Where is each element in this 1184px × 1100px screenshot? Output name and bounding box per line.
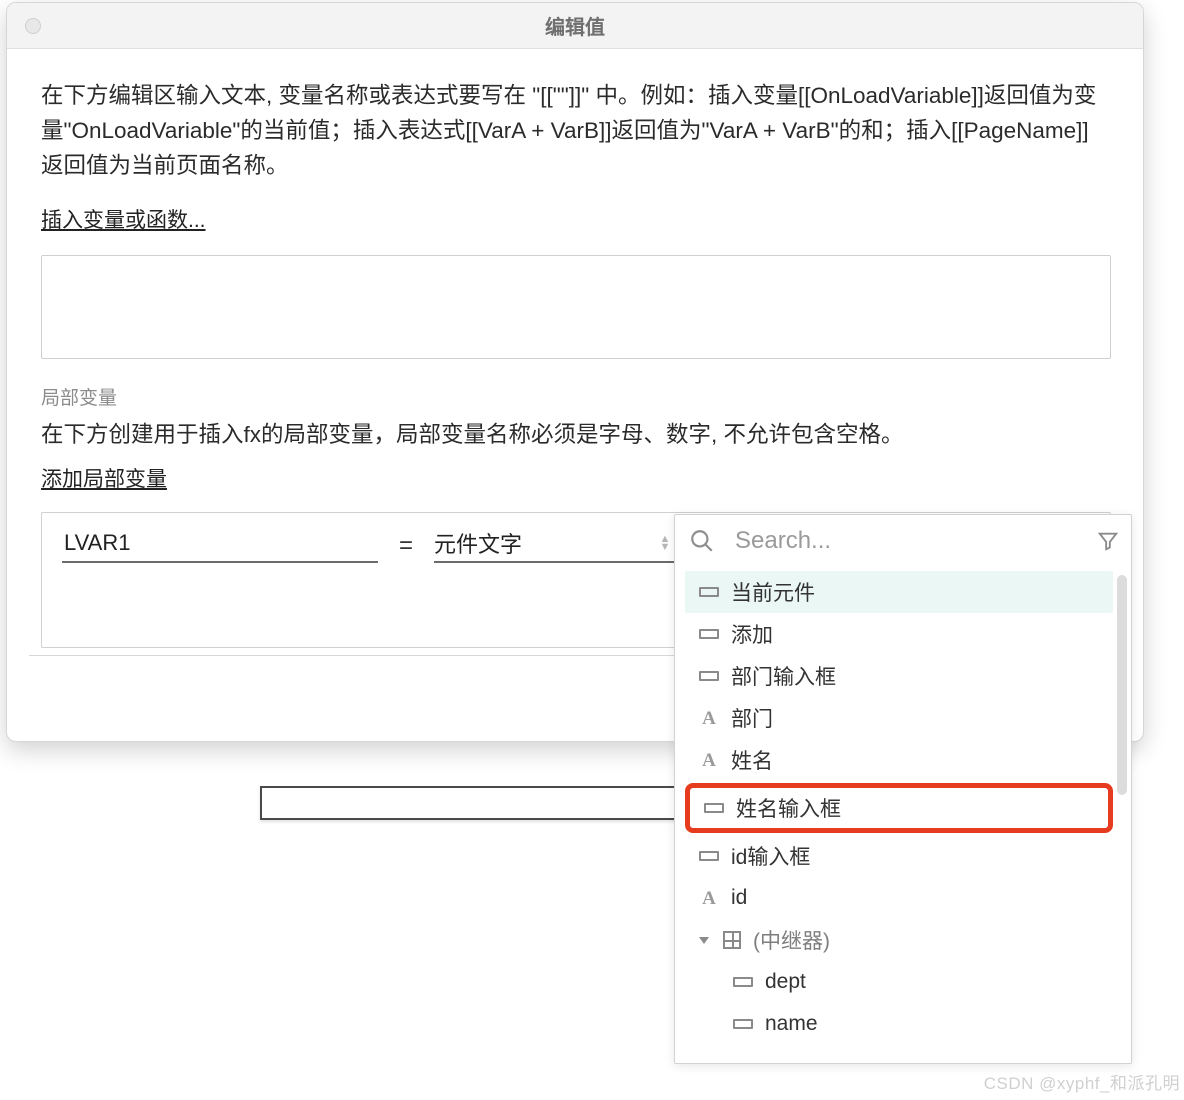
dropdown-item-label: 部门输入框 [731,661,836,691]
text-icon: A [699,889,719,908]
var-name-input[interactable] [62,529,378,563]
grid-icon [723,931,741,949]
add-local-var-link[interactable]: 添加局部变量 [41,465,167,494]
dropdown-item-label: id [731,886,747,910]
dropdown-item[interactable]: 当前元件 [685,571,1113,613]
dropdown-item-label: 姓名输入框 [736,793,841,823]
field-icon [699,587,719,597]
dropdown-item[interactable]: id输入框 [685,835,1113,877]
dropdown-item-label: 姓名 [731,745,773,775]
description-text: 在下方编辑区输入文本, 变量名称或表达式要写在 "[[""]]" 中。例如：插入… [41,79,1109,184]
text-icon: A [699,751,719,770]
dropdown-item-label: name [765,1012,818,1036]
dropdown-item[interactable]: Aid [685,877,1113,919]
scrollbar-track[interactable] [1117,575,1127,1051]
field-icon [699,851,719,861]
dropdown-item[interactable]: 部门输入框 [685,655,1113,697]
dropdown-item[interactable]: 添加 [685,613,1113,655]
dropdown-item-label: id输入框 [731,841,810,871]
external-text-input[interactable] [260,786,684,820]
watermark: CSDN @xyphf_和派孔明 [984,1069,1180,1094]
field-icon [704,803,724,813]
dropdown-list: 当前元件添加部门输入框A部门A姓名姓名输入框id输入框Aid(中继器)deptn… [685,571,1113,1053]
dropdown-item-label: dept [765,970,806,994]
expression-textarea[interactable] [41,255,1111,359]
dropdown-item[interactable]: 姓名输入框 [685,783,1113,833]
dropdown-item-label: 添加 [731,619,773,649]
equals-sign: = [396,532,416,560]
chevron-down-icon [699,937,709,944]
dialog-title: 编辑值 [7,11,1143,40]
dropdown-item[interactable]: dept [685,961,1113,1003]
dropdown-item-label: 当前元件 [731,577,815,607]
target-dropdown: 当前元件添加部门输入框A部门A姓名姓名输入框id输入框Aid(中继器)deptn… [674,514,1132,1064]
text-icon: A [699,709,719,728]
dropdown-item[interactable]: A 姓名 [685,739,1113,781]
dropdown-search-row [675,515,1131,567]
var-type-value: 元件文字 [434,527,656,563]
dropdown-item-label: (中继器) [753,925,830,955]
search-icon [689,528,715,554]
spinner-icon: ▲▼ [656,535,674,555]
scrollbar-thumb[interactable] [1117,575,1127,795]
dropdown-search-input[interactable] [735,527,1097,555]
dropdown-item-label: 部门 [731,703,773,733]
field-icon [733,1019,753,1029]
local-vars-label: 局部变量 [41,383,1109,410]
var-type-select[interactable]: 元件文字 ▲▼ [434,529,674,563]
field-icon [699,671,719,681]
field-icon [733,977,753,987]
filter-icon[interactable] [1097,530,1119,552]
field-icon [699,629,719,639]
local-vars-desc: 在下方创建用于插入fx的局部变量，局部变量名称必须是字母、数字, 不允许包含空格… [41,418,1109,453]
insert-variable-link[interactable]: 插入变量或函数... [41,206,206,235]
dropdown-item[interactable]: A 部门 [685,697,1113,739]
dropdown-item[interactable]: name [685,1003,1113,1045]
titlebar: 编辑值 [7,3,1143,49]
dropdown-item[interactable]: (中继器) [685,919,1113,961]
